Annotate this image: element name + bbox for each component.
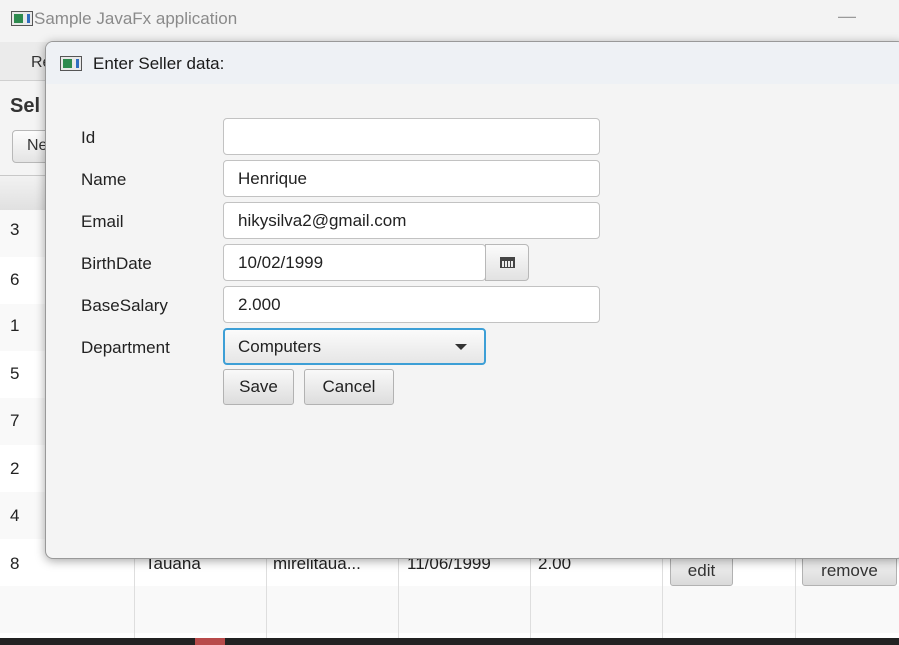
- birthdate-field[interactable]: [223, 244, 486, 281]
- name-field[interactable]: [223, 160, 600, 197]
- email-field[interactable]: [223, 202, 600, 239]
- cell-id: 4: [10, 506, 20, 525]
- cancel-button[interactable]: Cancel: [304, 369, 394, 405]
- department-select-value: Computers: [238, 337, 322, 356]
- page-heading: Sel: [10, 95, 41, 117]
- cell-id: 7: [10, 411, 20, 430]
- cell-id: 2: [10, 459, 20, 478]
- app-window-icon: [60, 56, 82, 71]
- name-label: Name: [81, 170, 127, 189]
- cell-id: 6: [10, 270, 20, 289]
- minimize-button[interactable]: —: [838, 6, 856, 27]
- basesalary-field[interactable]: [223, 286, 600, 323]
- birthdate-label: BirthDate: [81, 254, 152, 273]
- main-window-title: Sample JavaFx application: [34, 9, 238, 28]
- chevron-down-icon: [455, 344, 467, 350]
- department-label: Department: [81, 338, 170, 357]
- edit-button[interactable]: edit: [670, 555, 733, 586]
- id-label: Id: [81, 128, 96, 147]
- date-picker-button[interactable]: [485, 244, 529, 281]
- seller-form-dialog: Enter Seller data: Id Name Email BirthDa…: [45, 41, 899, 559]
- cell-id: 3: [10, 220, 20, 239]
- cell-id: 1: [10, 316, 20, 335]
- save-button[interactable]: Save: [223, 369, 294, 405]
- taskbar-strip: [0, 638, 899, 645]
- cell-id: 8: [10, 554, 20, 573]
- calendar-icon: [500, 257, 515, 268]
- taskbar-fragment: [195, 638, 225, 645]
- dialog-title: Enter Seller data:: [93, 54, 225, 73]
- main-titlebar: Sample JavaFx application —: [0, 0, 899, 40]
- cell-id: 5: [10, 364, 20, 383]
- dialog-titlebar: Enter Seller data:: [46, 42, 899, 84]
- remove-button[interactable]: remove: [802, 555, 897, 586]
- email-label: Email: [81, 212, 124, 231]
- department-select[interactable]: Computers: [223, 328, 486, 365]
- id-field[interactable]: [223, 118, 600, 155]
- app-window-icon: [11, 11, 33, 26]
- basesalary-label: BaseSalary: [81, 296, 168, 315]
